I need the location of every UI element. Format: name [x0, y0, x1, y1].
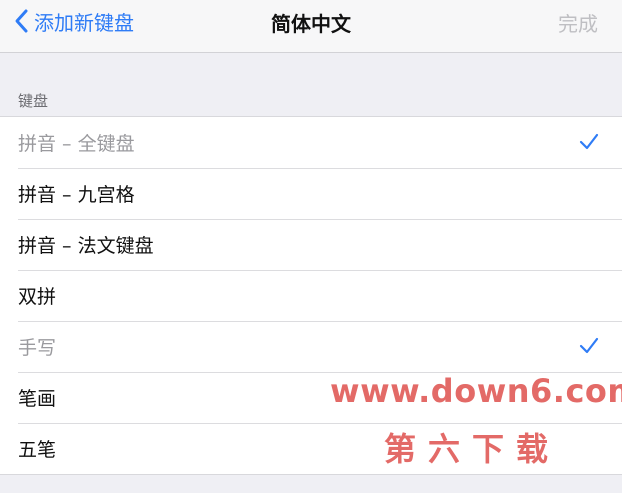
back-button-label: 添加新键盘 [34, 10, 134, 35]
checkmark-icon [579, 133, 599, 150]
keyboard-row-wubi[interactable]: 五笔 [0, 423, 622, 474]
keyboard-row-handwriting[interactable]: 手写 [0, 321, 622, 372]
keyboard-row-pinyin-azerty[interactable]: 拼音 – 法文键盘 [0, 219, 622, 270]
keyboard-row-stroke[interactable]: 笔画 [0, 372, 622, 423]
keyboard-row-label: 拼音 – 九宫格 [18, 184, 135, 206]
keyboard-row-shuangpin[interactable]: 双拼 [0, 270, 622, 321]
keyboard-row-label: 双拼 [18, 286, 57, 308]
keyboard-row-pinyin-qwerty[interactable]: 拼音 – 全键盘 [0, 117, 622, 168]
back-button[interactable]: 添加新键盘 [12, 8, 134, 35]
keyboard-list: 拼音 – 全键盘 拼音 – 九宫格 拼音 – 法文键盘 双拼 手写 笔画 五笔 [0, 116, 622, 475]
navigation-bar: 添加新键盘 简体中文 完成 [0, 0, 622, 53]
keyboard-row-label: 手写 [18, 337, 57, 359]
keyboard-row-label: 笔画 [18, 388, 57, 410]
chevron-left-icon [15, 9, 28, 33]
keyboard-row-label: 拼音 – 法文键盘 [18, 235, 154, 257]
keyboard-row-pinyin-9key[interactable]: 拼音 – 九宫格 [0, 168, 622, 219]
keyboard-row-label: 拼音 – 全键盘 [18, 133, 135, 155]
section-header-keyboards: 键盘 [18, 92, 49, 110]
keyboard-row-label: 五笔 [18, 439, 57, 461]
checkmark-icon [579, 337, 599, 354]
done-button[interactable]: 完成 [558, 8, 598, 37]
